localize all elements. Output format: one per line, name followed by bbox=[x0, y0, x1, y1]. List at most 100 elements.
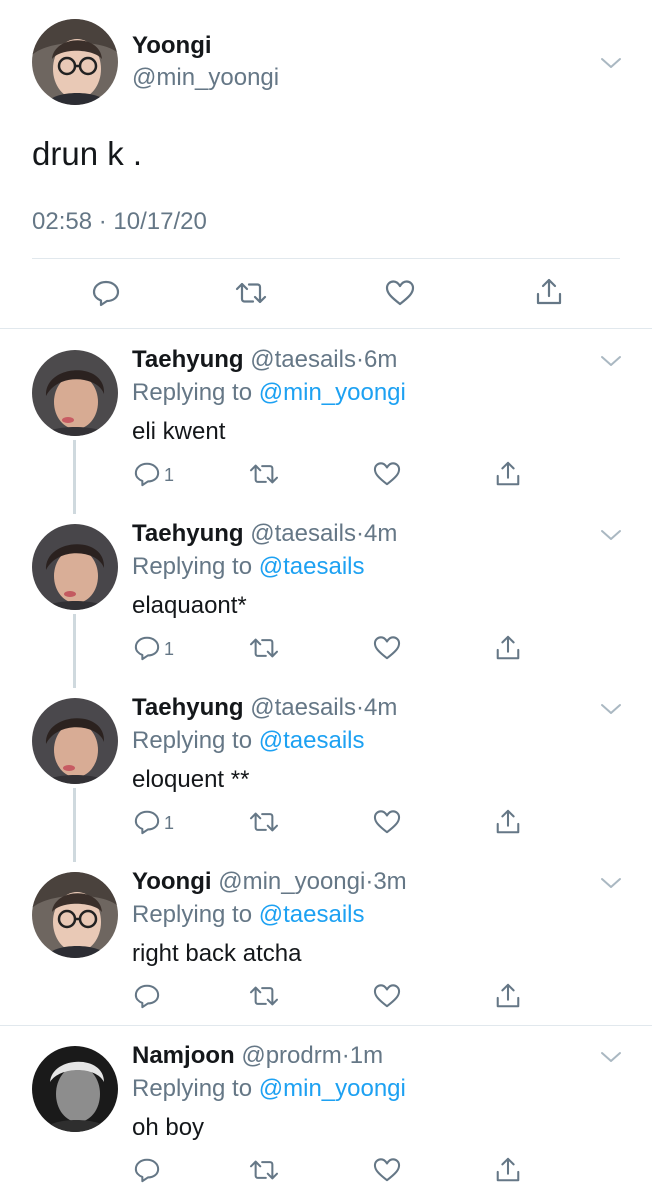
chevron-down-icon[interactable] bbox=[600, 354, 622, 368]
replying-prefix: Replying to bbox=[132, 901, 253, 928]
reply-button[interactable]: 1 bbox=[134, 461, 174, 487]
avatar[interactable] bbox=[32, 524, 118, 610]
reply-time[interactable]: 3m bbox=[373, 868, 406, 895]
avatar-photo bbox=[32, 19, 118, 105]
replying-to: Replying to @taesails bbox=[132, 901, 365, 929]
like-button[interactable] bbox=[373, 983, 401, 1009]
tweet-timestamp[interactable]: 02:58 · 10/17/20 bbox=[32, 208, 207, 236]
reply-header: Taehyung @taesails·6m bbox=[132, 346, 397, 374]
retweet-button[interactable] bbox=[248, 809, 280, 835]
mention-link[interactable]: @taesails bbox=[259, 553, 365, 580]
retweet-button[interactable] bbox=[234, 279, 268, 307]
reply-icon bbox=[134, 636, 160, 661]
chevron-down-icon[interactable] bbox=[600, 702, 622, 716]
reply-icon bbox=[134, 984, 160, 1009]
share-button[interactable] bbox=[494, 460, 522, 488]
mention-link[interactable]: @taesails bbox=[259, 901, 365, 928]
retweet-button[interactable] bbox=[248, 983, 280, 1009]
chevron-down-icon[interactable] bbox=[600, 1050, 622, 1064]
reply-tweet: Namjoon @prodrm·1m Replying to @min_yoon… bbox=[0, 1026, 652, 1200]
retweet-button[interactable] bbox=[248, 1157, 280, 1183]
reply-button[interactable]: 1 bbox=[134, 809, 174, 835]
retweet-icon bbox=[249, 464, 279, 484]
mention-link[interactable]: @min_yoongi bbox=[259, 1075, 406, 1102]
like-button[interactable] bbox=[385, 279, 415, 307]
replying-to: Replying to @taesails bbox=[132, 553, 365, 581]
chevron-down-icon[interactable] bbox=[600, 528, 622, 542]
reply-icon bbox=[134, 1158, 160, 1183]
share-icon bbox=[496, 635, 520, 660]
reply-icon bbox=[92, 280, 120, 307]
reply-count: 1 bbox=[164, 812, 175, 833]
retweet-button[interactable] bbox=[248, 461, 280, 487]
reply-tweet: Taehyung @taesails·4m Replying to @taesa… bbox=[0, 504, 652, 678]
reply-tweet: Taehyung @taesails·4m Replying to @taesa… bbox=[0, 678, 652, 852]
like-icon bbox=[385, 280, 415, 306]
mention-link[interactable]: @min_yoongi bbox=[259, 379, 406, 406]
tweet-text: oh boy bbox=[132, 1114, 205, 1141]
share-button[interactable] bbox=[494, 634, 522, 662]
avatar[interactable] bbox=[32, 350, 118, 436]
reply-button[interactable] bbox=[134, 983, 160, 1009]
display-name[interactable]: Taehyung bbox=[132, 520, 244, 547]
reply-icon bbox=[134, 462, 160, 487]
retweet-button[interactable] bbox=[248, 635, 280, 661]
reply-header: Taehyung @taesails·4m bbox=[132, 694, 397, 722]
reply-time[interactable]: 4m bbox=[364, 520, 397, 547]
reply-time[interactable]: 4m bbox=[364, 694, 397, 721]
reply-time[interactable]: 6m bbox=[364, 346, 397, 373]
user-handle[interactable]: @taesails bbox=[250, 346, 356, 373]
share-button[interactable] bbox=[494, 808, 522, 836]
display-name[interactable]: Namjoon bbox=[132, 1042, 235, 1069]
like-icon bbox=[373, 636, 401, 660]
tweet-text: right back atcha bbox=[132, 940, 302, 967]
replying-to: Replying to @min_yoongi bbox=[132, 379, 406, 407]
share-button[interactable] bbox=[534, 277, 564, 307]
avatar-photo bbox=[32, 872, 118, 958]
share-icon bbox=[496, 461, 520, 486]
avatar[interactable] bbox=[32, 19, 118, 105]
chevron-down-icon[interactable] bbox=[600, 56, 622, 70]
retweet-icon bbox=[249, 986, 279, 1006]
replying-to: Replying to @min_yoongi bbox=[132, 1075, 406, 1103]
like-button[interactable] bbox=[373, 635, 401, 661]
reply-button[interactable]: 1 bbox=[134, 635, 174, 661]
display-name[interactable]: Taehyung bbox=[132, 694, 244, 721]
user-handle[interactable]: @taesails bbox=[250, 694, 356, 721]
tweet-text: eloquent ** bbox=[132, 766, 250, 793]
chevron-down-icon[interactable] bbox=[600, 876, 622, 890]
user-handle[interactable]: @min_yoongi bbox=[132, 64, 279, 92]
like-button[interactable] bbox=[373, 809, 401, 835]
user-handle[interactable]: @taesails bbox=[250, 520, 356, 547]
reply-icon bbox=[134, 810, 160, 835]
display-name[interactable]: Taehyung bbox=[132, 346, 244, 373]
reply-tweet: Taehyung @taesails·6m Replying to @min_y… bbox=[0, 330, 652, 504]
user-handle[interactable]: @prodrm bbox=[241, 1042, 341, 1069]
retweet-icon bbox=[249, 638, 279, 658]
reply-button[interactable] bbox=[134, 1157, 160, 1183]
user-handle[interactable]: @min_yoongi bbox=[218, 868, 365, 895]
share-icon bbox=[496, 983, 520, 1008]
avatar[interactable] bbox=[32, 698, 118, 784]
like-icon bbox=[373, 462, 401, 486]
share-button[interactable] bbox=[494, 1156, 522, 1184]
reply-time[interactable]: 1m bbox=[350, 1042, 383, 1069]
display-name[interactable]: Yoongi bbox=[132, 32, 212, 60]
separator-dot: · bbox=[341, 1042, 350, 1069]
reply-button[interactable] bbox=[92, 279, 120, 307]
like-button[interactable] bbox=[373, 461, 401, 487]
avatar[interactable] bbox=[32, 872, 118, 958]
avatar[interactable] bbox=[32, 1046, 118, 1132]
replying-prefix: Replying to bbox=[132, 1075, 253, 1102]
retweet-icon bbox=[249, 1160, 279, 1180]
like-icon bbox=[373, 810, 401, 834]
retweet-icon bbox=[249, 812, 279, 832]
replying-prefix: Replying to bbox=[132, 553, 253, 580]
separator-dot: · bbox=[355, 520, 364, 547]
mention-link[interactable]: @taesails bbox=[259, 727, 365, 754]
replying-prefix: Replying to bbox=[132, 727, 253, 754]
display-name[interactable]: Yoongi bbox=[132, 868, 212, 895]
like-button[interactable] bbox=[373, 1157, 401, 1183]
share-button[interactable] bbox=[494, 982, 522, 1010]
avatar-photo bbox=[32, 350, 118, 436]
